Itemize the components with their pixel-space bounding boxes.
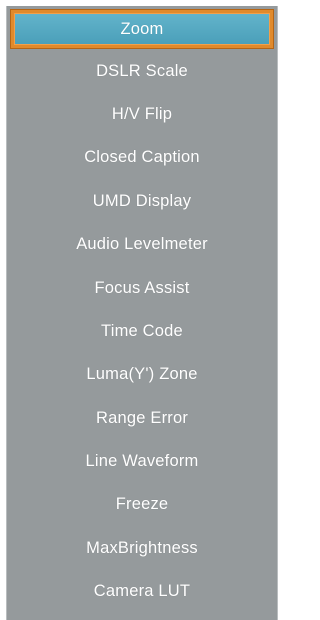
menu-item-freeze[interactable]: Freeze	[7, 483, 277, 526]
menu-item-label: MaxBrightness	[86, 538, 198, 557]
menu-list: Zoom DSLR Scale H/V Flip Closed Caption …	[7, 6, 277, 613]
menu-item-focus-assist[interactable]: Focus Assist	[7, 266, 277, 309]
menu-item-label: DSLR Scale	[96, 61, 188, 80]
menu-item-camera-lut[interactable]: Camera LUT	[7, 570, 277, 613]
menu-item-label: Luma(Y') Zone	[86, 365, 198, 384]
menu-item-hv-flip[interactable]: H/V Flip	[7, 93, 277, 136]
menu-item-label: Zoom	[120, 19, 164, 38]
osd-menu-panel: Zoom DSLR Scale H/V Flip Closed Caption …	[6, 6, 278, 620]
menu-item-audio-levelmeter[interactable]: Audio Levelmeter	[7, 223, 277, 266]
menu-item-label: Camera LUT	[93, 582, 191, 601]
menu-item-max-brightness[interactable]: MaxBrightness	[7, 527, 277, 570]
menu-item-label: Line Waveform	[85, 452, 199, 471]
menu-item-label: Range Error	[95, 408, 189, 427]
menu-item-label: H/V Flip	[111, 104, 173, 123]
menu-item-time-code[interactable]: Time Code	[7, 310, 277, 353]
menu-item-label: Audio Levelmeter	[76, 235, 208, 254]
menu-item-umd-display[interactable]: UMD Display	[7, 180, 277, 223]
menu-item-closed-caption[interactable]: Closed Caption	[7, 136, 277, 179]
menu-item-luma-zone[interactable]: Luma(Y') Zone	[7, 353, 277, 396]
menu-item-label: Freeze	[115, 495, 169, 514]
menu-item-zoom[interactable]: Zoom	[11, 10, 273, 48]
menu-item-label: Focus Assist	[94, 278, 190, 297]
menu-item-label: Closed Caption	[84, 148, 200, 167]
menu-item-dslr-scale[interactable]: DSLR Scale	[7, 49, 277, 92]
menu-item-line-waveform[interactable]: Line Waveform	[7, 440, 277, 483]
menu-item-label: UMD Display	[92, 191, 192, 210]
menu-item-label: Time Code	[101, 321, 183, 340]
menu-item-range-error[interactable]: Range Error	[7, 397, 277, 440]
